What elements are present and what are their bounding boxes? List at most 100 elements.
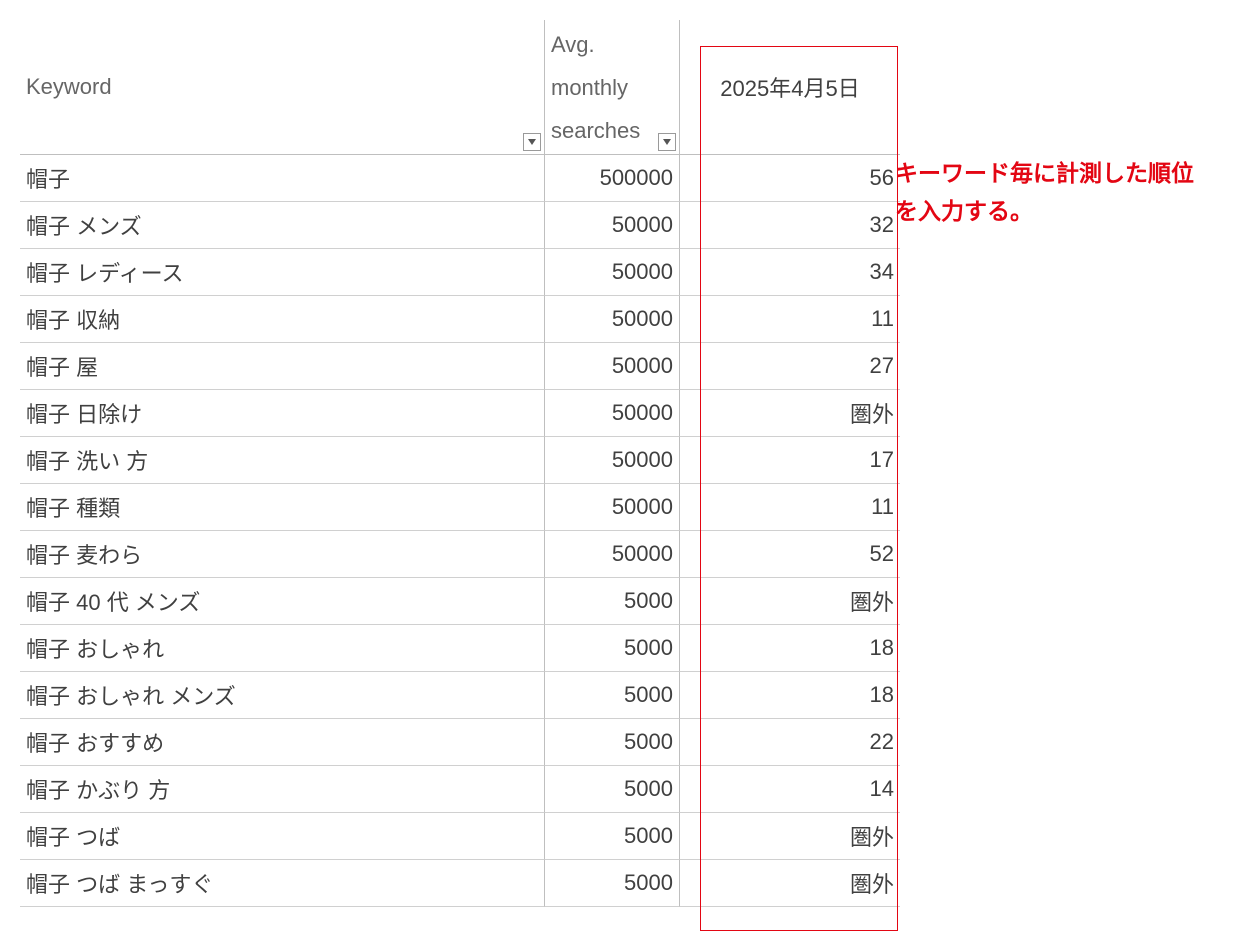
cell-rank[interactable]: 34 — [680, 249, 900, 296]
cell-rank[interactable]: 18 — [680, 672, 900, 719]
cell-keyword[interactable]: 帽子 収納 — [20, 296, 545, 343]
cell-rank[interactable]: 27 — [680, 343, 900, 390]
rank-value: 11 — [871, 306, 894, 332]
cell-keyword[interactable]: 帽子 洗い 方 — [20, 437, 545, 484]
table-row[interactable]: 帽子 おしゃれ メンズ 5000 18 — [20, 672, 900, 719]
cell-rank[interactable]: 18 — [680, 625, 900, 672]
column-header-keyword[interactable]: Keyword — [20, 20, 545, 155]
keyword-text: 帽子 おすすめ — [26, 726, 164, 758]
column-header-date[interactable]: 2025年4月5日 — [680, 20, 900, 155]
searches-value: 50000 — [612, 353, 673, 379]
table-row[interactable]: 帽子 500000 56 — [20, 155, 900, 202]
table-row[interactable]: 帽子 屋 50000 27 — [20, 343, 900, 390]
cell-keyword[interactable]: 帽子 屋 — [20, 343, 545, 390]
cell-rank[interactable]: 11 — [680, 296, 900, 343]
table-row[interactable]: 帽子 おすすめ 5000 22 — [20, 719, 900, 766]
cell-searches[interactable]: 5000 — [545, 766, 680, 813]
rank-value: 56 — [870, 165, 894, 191]
cell-keyword[interactable]: 帽子 おすすめ — [20, 719, 545, 766]
rank-value: 18 — [870, 635, 894, 661]
cell-searches[interactable]: 50000 — [545, 390, 680, 437]
column-header-searches[interactable]: Avg. monthly searches — [545, 20, 680, 155]
cell-rank[interactable]: 56 — [680, 155, 900, 202]
cell-keyword[interactable]: 帽子 かぶり 方 — [20, 766, 545, 813]
rank-value: 32 — [870, 212, 894, 238]
cell-searches[interactable]: 50000 — [545, 202, 680, 249]
cell-searches[interactable]: 500000 — [545, 155, 680, 202]
cell-keyword[interactable]: 帽子 つば — [20, 813, 545, 860]
cell-rank[interactable]: 圏外 — [680, 860, 900, 907]
table-row[interactable]: 帽子 つば まっすぐ 5000 圏外 — [20, 860, 900, 907]
cell-rank[interactable]: 52 — [680, 531, 900, 578]
table-row[interactable]: 帽子 かぶり 方5000 14 — [20, 766, 900, 813]
keyword-text: 帽子 麦わら — [26, 538, 142, 570]
filter-dropdown-searches[interactable] — [658, 133, 676, 151]
cell-rank[interactable]: 32 — [680, 202, 900, 249]
cell-keyword[interactable]: 帽子 40 代 メンズ — [20, 578, 545, 625]
searches-value: 5000 — [624, 870, 673, 896]
searches-value: 5000 — [624, 588, 673, 614]
cell-searches[interactable]: 5000 — [545, 719, 680, 766]
cell-rank[interactable]: 14 — [680, 766, 900, 813]
cell-rank[interactable]: 圏外 — [680, 578, 900, 625]
table-row[interactable]: 帽子 麦わら 50000 52 — [20, 531, 900, 578]
cell-searches[interactable]: 50000 — [545, 531, 680, 578]
keyword-text: 帽子 つば — [26, 820, 120, 852]
table-row[interactable]: 帽子 メンズ50000 32 — [20, 202, 900, 249]
searches-value: 50000 — [612, 306, 673, 332]
searches-value: 5000 — [624, 635, 673, 661]
table-row[interactable]: 帽子 おしゃれ 5000 18 — [20, 625, 900, 672]
rank-value: 11 — [871, 494, 894, 520]
cell-keyword[interactable]: 帽子 メンズ — [20, 202, 545, 249]
rank-value: 34 — [870, 259, 894, 285]
table-row[interactable]: 帽子 収納 50000 11 — [20, 296, 900, 343]
keyword-text: 帽子 収納 — [26, 303, 120, 335]
rank-value: 22 — [870, 729, 894, 755]
cell-searches[interactable]: 5000 — [545, 625, 680, 672]
cell-searches[interactable]: 50000 — [545, 484, 680, 531]
cell-searches[interactable]: 50000 — [545, 343, 680, 390]
cell-keyword[interactable]: 帽子 レディース — [20, 249, 545, 296]
cell-searches[interactable]: 5000 — [545, 813, 680, 860]
table-body: 帽子50000056帽子 メンズ5000032帽子 レディース5000034帽子… — [20, 155, 900, 907]
cell-keyword[interactable]: 帽子 種類 — [20, 484, 545, 531]
cell-keyword[interactable]: 帽子 — [20, 155, 545, 202]
cell-keyword[interactable]: 帽子 おしゃれ — [20, 625, 545, 672]
table-row[interactable]: 帽子 種類50000 11 — [20, 484, 900, 531]
annotation-text: キーワード毎に計測した順位を入力する。 — [895, 155, 1195, 231]
cell-searches[interactable]: 50000 — [545, 249, 680, 296]
rank-value: 27 — [870, 353, 894, 379]
cell-rank[interactable]: 22 — [680, 719, 900, 766]
cell-keyword[interactable]: 帽子 つば まっすぐ — [20, 860, 545, 907]
cell-searches[interactable]: 50000 — [545, 296, 680, 343]
rank-value: 52 — [870, 541, 894, 567]
cell-rank[interactable]: 17 — [680, 437, 900, 484]
table-row[interactable]: 帽子 洗い 方 50000 17 — [20, 437, 900, 484]
rank-value: 圏外 — [850, 867, 894, 899]
cell-keyword[interactable]: 帽子 日除け — [20, 390, 545, 437]
filter-dropdown-keyword[interactable] — [523, 133, 541, 151]
rank-value: 14 — [870, 776, 894, 802]
cell-rank[interactable]: 圏外 — [680, 390, 900, 437]
cell-searches[interactable]: 5000 — [545, 860, 680, 907]
searches-value: 50000 — [612, 447, 673, 473]
cell-keyword[interactable]: 帽子 おしゃれ メンズ — [20, 672, 545, 719]
keyword-text: 帽子 つば まっすぐ — [26, 867, 213, 899]
table-row[interactable]: 帽子 レディース50000 34 — [20, 249, 900, 296]
cell-keyword[interactable]: 帽子 麦わら — [20, 531, 545, 578]
searches-value: 500000 — [600, 165, 673, 191]
keyword-text: 帽子 — [26, 162, 70, 194]
cell-searches[interactable]: 5000 — [545, 578, 680, 625]
cell-searches[interactable]: 50000 — [545, 437, 680, 484]
searches-header-label: Avg. monthly searches — [551, 24, 640, 153]
chevron-down-icon — [528, 139, 536, 145]
table-row[interactable]: 帽子 40 代 メンズ 5000 圏外 — [20, 578, 900, 625]
cell-rank[interactable]: 11 — [680, 484, 900, 531]
searches-value: 5000 — [624, 682, 673, 708]
keyword-header-label: Keyword — [26, 74, 112, 100]
table-row[interactable]: 帽子 日除け50000圏外 — [20, 390, 900, 437]
table-row[interactable]: 帽子 つば 5000圏外 — [20, 813, 900, 860]
cell-rank[interactable]: 圏外 — [680, 813, 900, 860]
cell-searches[interactable]: 5000 — [545, 672, 680, 719]
date-header-label: 2025年4月5日 — [720, 71, 859, 103]
